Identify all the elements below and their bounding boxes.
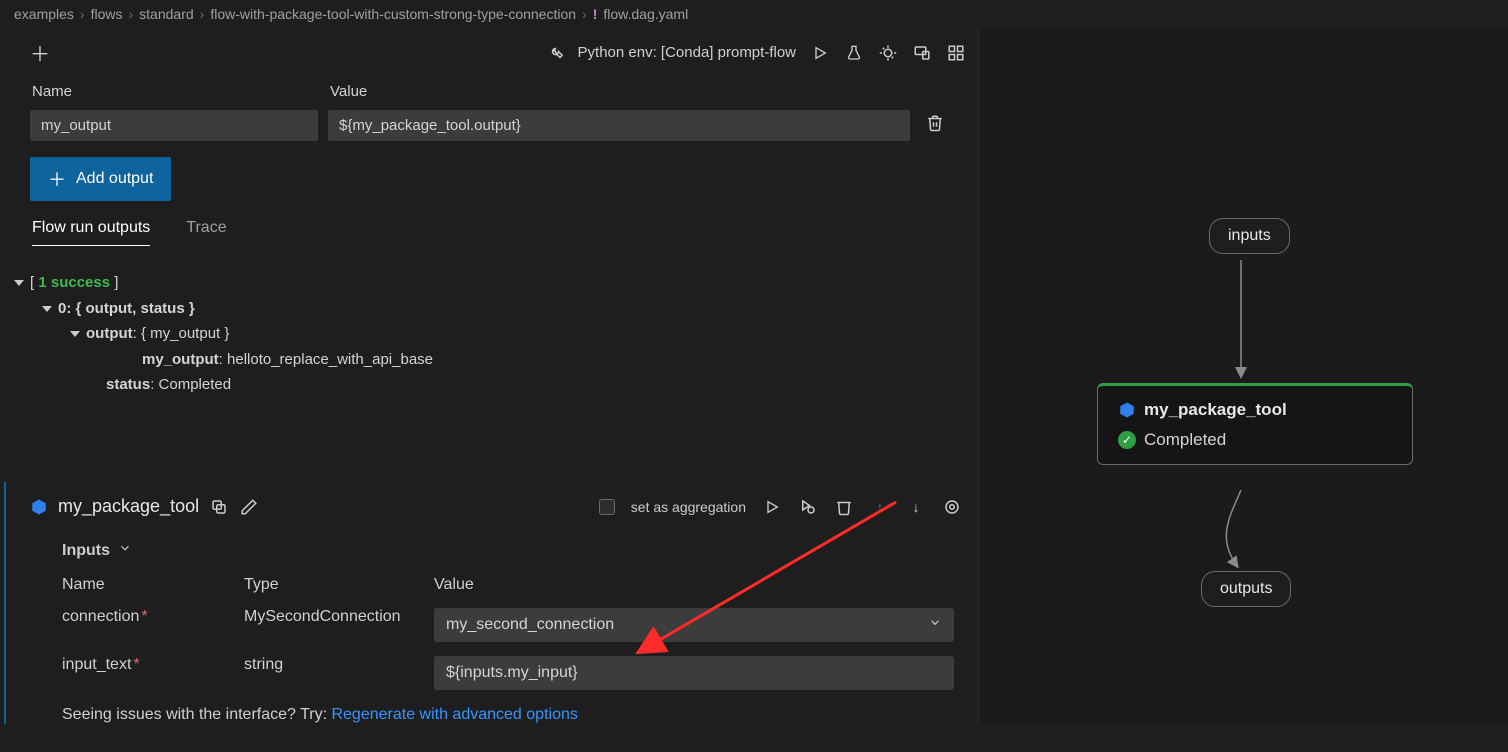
wrench-icon[interactable] bbox=[544, 43, 564, 63]
add-output-button[interactable]: ＋ Add output bbox=[30, 157, 171, 201]
graph-edges bbox=[979, 28, 1508, 752]
run-icon[interactable] bbox=[810, 43, 830, 63]
add-output-label: Add output bbox=[76, 170, 153, 188]
breadcrumb-sep: › bbox=[129, 6, 134, 22]
chevron-down-icon[interactable] bbox=[118, 541, 132, 560]
chevron-down-icon bbox=[928, 616, 942, 635]
tab-flow-run-outputs[interactable]: Flow run outputs bbox=[32, 219, 150, 246]
add-icon[interactable]: ＋ bbox=[30, 38, 50, 67]
breadcrumb-sep: › bbox=[582, 6, 587, 22]
run-node-icon[interactable] bbox=[762, 497, 782, 517]
breadcrumb-seg[interactable]: examples bbox=[14, 6, 74, 22]
required-marker: * bbox=[141, 608, 147, 625]
bug-icon[interactable] bbox=[878, 43, 898, 63]
debug-node-icon[interactable] bbox=[798, 497, 818, 517]
layout-icon[interactable] bbox=[946, 43, 966, 63]
input-name: connection bbox=[62, 608, 139, 625]
result-status-key: status bbox=[106, 376, 150, 393]
input-text-value[interactable] bbox=[434, 656, 954, 690]
input-row-inputtext: input_text* string bbox=[62, 656, 962, 690]
breadcrumb-seg[interactable]: standard bbox=[139, 6, 193, 22]
caret-down-icon[interactable] bbox=[42, 306, 52, 312]
edit-icon[interactable] bbox=[239, 497, 259, 517]
flask-icon[interactable] bbox=[844, 43, 864, 63]
regenerate-link[interactable]: Regenerate with advanced options bbox=[331, 706, 577, 723]
delete-output-icon[interactable] bbox=[926, 114, 944, 137]
python-env-label[interactable]: Python env: [Conda] prompt-flow bbox=[578, 44, 796, 61]
result-myoutput-val: helloto_replace_with_api_base bbox=[227, 351, 433, 368]
result-myoutput-key: my_output bbox=[142, 351, 219, 368]
result-index-line: 0: { output, status } bbox=[58, 300, 195, 317]
outputs-name-header: Name bbox=[32, 83, 330, 100]
breadcrumb-seg[interactable]: flows bbox=[91, 6, 123, 22]
success-count: 1 success bbox=[38, 274, 110, 291]
breadcrumb-sep: › bbox=[80, 6, 85, 22]
result-status-val: Completed bbox=[159, 376, 232, 393]
input-type: string bbox=[244, 656, 434, 674]
inputs-section-label: Inputs bbox=[62, 542, 110, 560]
breadcrumb-seg[interactable]: flow-with-package-tool-with-custom-stron… bbox=[210, 6, 576, 22]
output-value-input[interactable] bbox=[328, 110, 910, 141]
breadcrumb-filename: flow.dag.yaml bbox=[603, 6, 688, 22]
delete-node-icon[interactable] bbox=[834, 497, 854, 517]
input-name: input_text bbox=[62, 656, 131, 673]
caret-down-icon[interactable] bbox=[14, 280, 24, 286]
device-icon[interactable] bbox=[912, 43, 932, 63]
inputs-name-header: Name bbox=[62, 576, 244, 594]
inputs-value-header: Value bbox=[434, 576, 962, 594]
input-type: MySecondConnection bbox=[244, 608, 434, 626]
move-up-icon[interactable]: ↑ bbox=[870, 497, 890, 517]
output-row bbox=[30, 110, 966, 141]
inputs-type-header: Type bbox=[244, 576, 434, 594]
caret-down-icon[interactable] bbox=[70, 331, 80, 337]
required-marker: * bbox=[133, 656, 139, 673]
move-down-icon[interactable]: ↓ bbox=[906, 497, 926, 517]
tab-trace[interactable]: Trace bbox=[186, 219, 226, 246]
breadcrumb: examples › flows › standard › flow-with-… bbox=[0, 0, 1508, 28]
outputs-value-header: Value bbox=[330, 83, 964, 100]
flow-graph[interactable]: inputs my_package_tool ✓ Completed outpu… bbox=[978, 28, 1508, 724]
aggregation-label: set as aggregation bbox=[631, 499, 746, 515]
breadcrumb-file[interactable]: ! flow.dag.yaml bbox=[593, 6, 689, 22]
copy-icon[interactable] bbox=[209, 497, 229, 517]
aggregation-checkbox[interactable] bbox=[599, 499, 615, 515]
connection-select[interactable]: my_second_connection bbox=[434, 608, 954, 642]
result-output-key: output bbox=[86, 325, 133, 342]
connection-select-value: my_second_connection bbox=[446, 616, 614, 633]
output-name-input[interactable] bbox=[30, 110, 318, 141]
result-output-val: { my_output } bbox=[141, 325, 229, 342]
node-inspector: my_package_tool set as aggregation ↑ ↓ bbox=[4, 482, 978, 724]
run-results-tree: [ 1 success ] 0: { output, status } outp… bbox=[0, 256, 978, 482]
node-title: my_package_tool bbox=[58, 496, 199, 517]
target-icon[interactable] bbox=[942, 497, 962, 517]
plus-icon: ＋ bbox=[48, 166, 66, 192]
breadcrumb-sep: › bbox=[200, 6, 205, 22]
input-row-connection: connection* MySecondConnection my_second… bbox=[62, 608, 962, 642]
yaml-file-icon: ! bbox=[593, 6, 598, 22]
issues-prefix: Seeing issues with the interface? Try: bbox=[62, 706, 331, 723]
tool-hex-icon bbox=[30, 498, 48, 516]
